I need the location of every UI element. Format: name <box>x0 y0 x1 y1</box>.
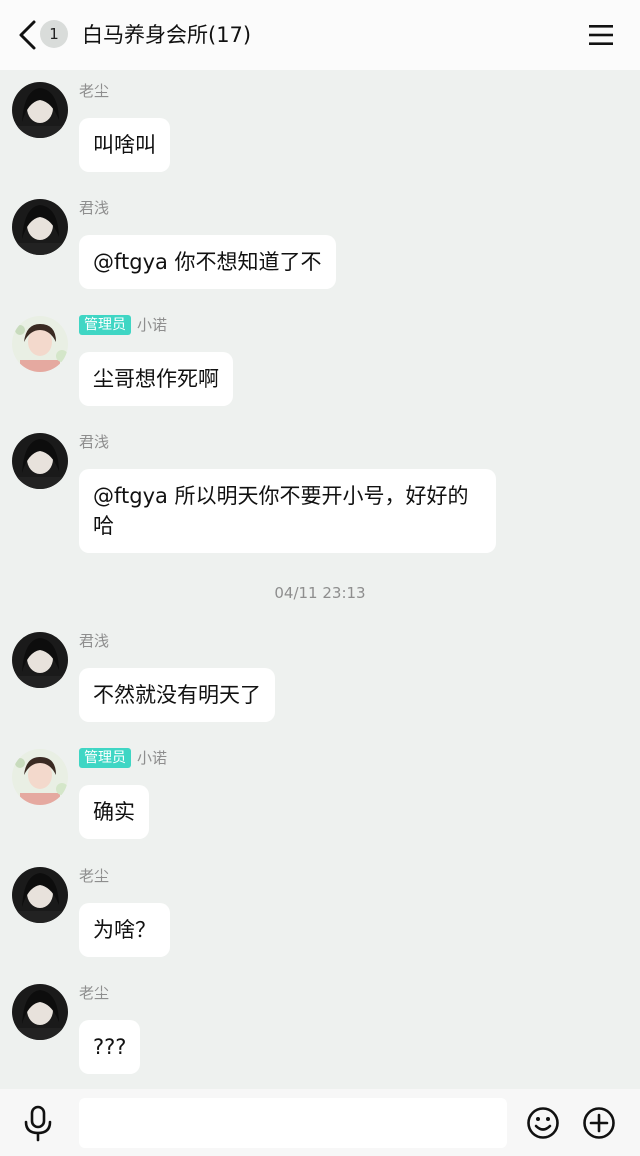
sender-name[interactable]: 老尘 <box>79 866 109 886</box>
sender-name[interactable]: 老尘 <box>79 983 109 1003</box>
microphone-icon <box>24 1105 52 1142</box>
message-bubble[interactable]: 不然就没有明天了 <box>79 668 275 722</box>
hamburger-menu-icon <box>589 25 613 45</box>
sender-info: 君浅 <box>79 431 109 453</box>
sender-name[interactable]: 小诺 <box>137 748 167 768</box>
message-bubble[interactable]: @ftgya 你不想知道了不 <box>79 235 336 289</box>
message-item: 君浅 不然就没有明天了 <box>0 620 640 730</box>
sender-info: 老尘 <box>79 80 109 102</box>
message-bubble[interactable]: 为啥？ <box>79 903 170 957</box>
sender-name[interactable]: 老尘 <box>79 81 109 101</box>
message-bubble[interactable]: @ftgya 所以明天你不要开小号，好好的哈 <box>79 469 496 553</box>
avatar-junqian[interactable] <box>12 199 68 255</box>
avatar-junqian[interactable] <box>12 433 68 489</box>
chevron-left-icon <box>19 20 36 50</box>
sender-info: 管理员 小诺 <box>79 747 167 769</box>
menu-button[interactable] <box>588 22 614 48</box>
time-divider: 04/11 23:13 <box>274 584 366 602</box>
message-item: 管理员 小诺 确实 <box>0 737 640 847</box>
sender-name[interactable]: 君浅 <box>79 631 109 651</box>
input-bar <box>0 1089 640 1156</box>
back-button[interactable] <box>14 18 40 52</box>
message-item: 管理员 小诺 尘哥想作死啊 <box>0 304 640 414</box>
sender-name[interactable]: 小诺 <box>137 315 167 335</box>
voice-button[interactable] <box>22 1105 54 1143</box>
sender-info: 管理员 小诺 <box>79 314 167 336</box>
sender-info: 君浅 <box>79 197 109 219</box>
avatar-laochen[interactable] <box>12 867 68 923</box>
avatar-laochen[interactable] <box>12 82 68 138</box>
message-bubble[interactable]: 叫啥叫 <box>79 118 170 172</box>
message-item: 君浅 @ftgya 你不想知道了不 <box>0 187 640 297</box>
sender-name[interactable]: 君浅 <box>79 432 109 452</box>
chat-title: 白马养身会所(17) <box>82 23 252 47</box>
message-input[interactable] <box>79 1098 507 1148</box>
emoji-button[interactable] <box>526 1106 560 1140</box>
avatar-junqian[interactable] <box>12 632 68 688</box>
message-item: 老尘 叫啥叫 <box>0 70 640 180</box>
avatar-xiaonuo[interactable] <box>12 316 68 372</box>
unread-count-badge: 1 <box>40 20 68 48</box>
message-bubble[interactable]: ??? <box>79 1020 141 1074</box>
sender-name[interactable]: 君浅 <box>79 198 109 218</box>
message-item: 老尘 为啥？ <box>0 855 640 965</box>
more-button[interactable] <box>582 1106 616 1140</box>
admin-badge: 管理员 <box>79 748 131 768</box>
message-bubble[interactable]: 确实 <box>79 785 149 839</box>
top-bar: 1 白马养身会所(17) <box>0 0 640 70</box>
admin-badge: 管理员 <box>79 315 131 335</box>
avatar-xiaonuo[interactable] <box>12 749 68 805</box>
smiley-icon <box>527 1107 559 1139</box>
plus-circle-icon <box>583 1107 615 1139</box>
message-item: 君浅 @ftgya 所以明天你不要开小号，好好的哈 <box>0 421 640 561</box>
message-bubble[interactable]: 尘哥想作死啊 <box>79 352 233 406</box>
sender-info: 君浅 <box>79 630 109 652</box>
avatar-laochen[interactable] <box>12 984 68 1040</box>
sender-info: 老尘 <box>79 865 109 887</box>
sender-info: 老尘 <box>79 982 109 1004</box>
message-item: 老尘 ??? <box>0 972 640 1082</box>
